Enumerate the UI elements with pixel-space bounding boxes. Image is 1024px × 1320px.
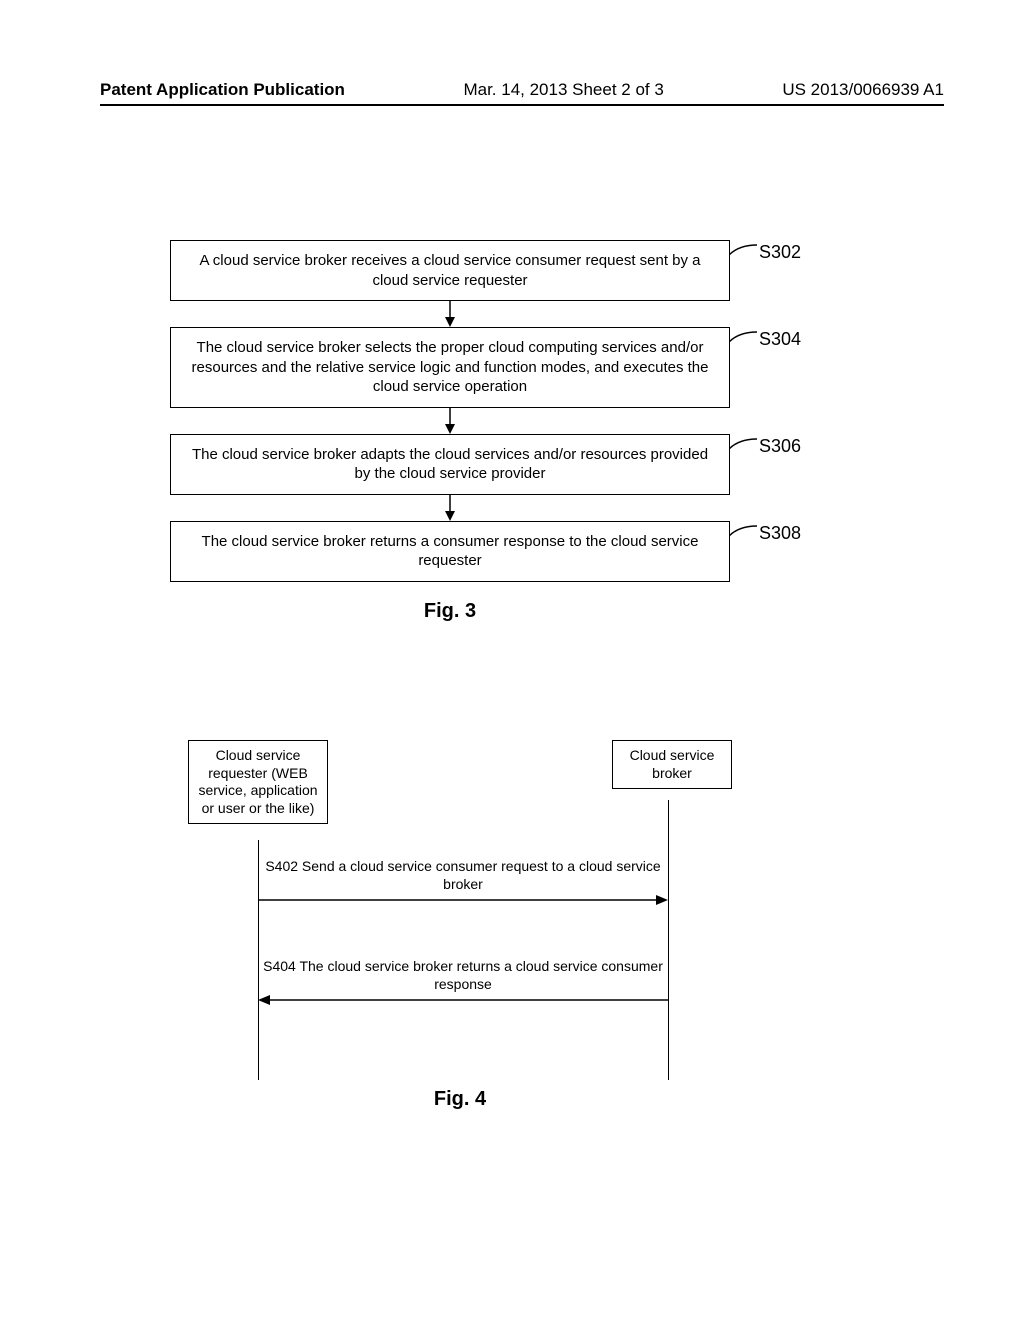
- flow-step-s302: A cloud service broker receives a cloud …: [170, 240, 730, 301]
- figure-3-flowchart: A cloud service broker receives a cloud …: [170, 240, 730, 623]
- step-id-text: S302: [759, 242, 801, 262]
- flow-step-text: A cloud service broker receives a cloud …: [199, 252, 700, 289]
- participant-requester: Cloud service requester (WEB service, ap…: [188, 740, 328, 824]
- callout-icon: [729, 330, 759, 350]
- figure-3-caption: Fig. 3: [170, 600, 730, 623]
- flow-step-text: The cloud service broker selects the pro…: [192, 339, 709, 395]
- callout-icon: [729, 437, 759, 457]
- message-text: S402 Send a cloud service consumer reque…: [258, 858, 668, 893]
- header-row: Patent Application Publication Mar. 14, …: [100, 80, 944, 100]
- message-text: S404 The cloud service broker returns a …: [258, 958, 668, 993]
- flow-step-s308: The cloud service broker returns a consu…: [170, 521, 730, 582]
- arrow-left-icon: [258, 993, 668, 1007]
- callout-icon: [729, 243, 759, 263]
- flow-step-s306: The cloud service broker adapts the clou…: [170, 434, 730, 495]
- message-s404: S404 The cloud service broker returns a …: [258, 958, 668, 1007]
- arrow-down-icon: [170, 301, 730, 327]
- step-id-text: S304: [759, 329, 801, 349]
- header-center: Mar. 14, 2013 Sheet 2 of 3: [463, 80, 663, 100]
- page-header: Patent Application Publication Mar. 14, …: [100, 80, 944, 106]
- figure-4-caption: Fig. 4: [190, 1088, 730, 1111]
- flow-step-label: S308: [729, 522, 801, 545]
- flow-step-label: S304: [729, 328, 801, 351]
- figure-4-sequence: Cloud service requester (WEB service, ap…: [190, 740, 730, 1111]
- flow-step-text: The cloud service broker returns a consu…: [202, 533, 699, 570]
- flow-step-label: S302: [729, 241, 801, 264]
- step-id-text: S306: [759, 436, 801, 456]
- participant-label: Cloud service broker: [630, 747, 715, 781]
- participant-broker: Cloud service broker: [612, 740, 732, 789]
- flow-step-s304: The cloud service broker selects the pro…: [170, 327, 730, 408]
- header-right: US 2013/0066939 A1: [782, 80, 944, 100]
- step-id-text: S308: [759, 523, 801, 543]
- message-s402: S402 Send a cloud service consumer reque…: [258, 858, 668, 907]
- flow-step-label: S306: [729, 435, 801, 458]
- page: Patent Application Publication Mar. 14, …: [0, 0, 1024, 1320]
- arrow-down-icon: [170, 495, 730, 521]
- participant-label: Cloud service requester (WEB service, ap…: [198, 747, 317, 816]
- arrow-down-icon: [170, 408, 730, 434]
- arrow-right-icon: [258, 893, 668, 907]
- flow-step-text: The cloud service broker adapts the clou…: [192, 446, 708, 483]
- sequence-canvas: Cloud service requester (WEB service, ap…: [190, 740, 730, 1080]
- header-left: Patent Application Publication: [100, 80, 345, 100]
- callout-icon: [729, 524, 759, 544]
- lifeline-right: [668, 800, 669, 1080]
